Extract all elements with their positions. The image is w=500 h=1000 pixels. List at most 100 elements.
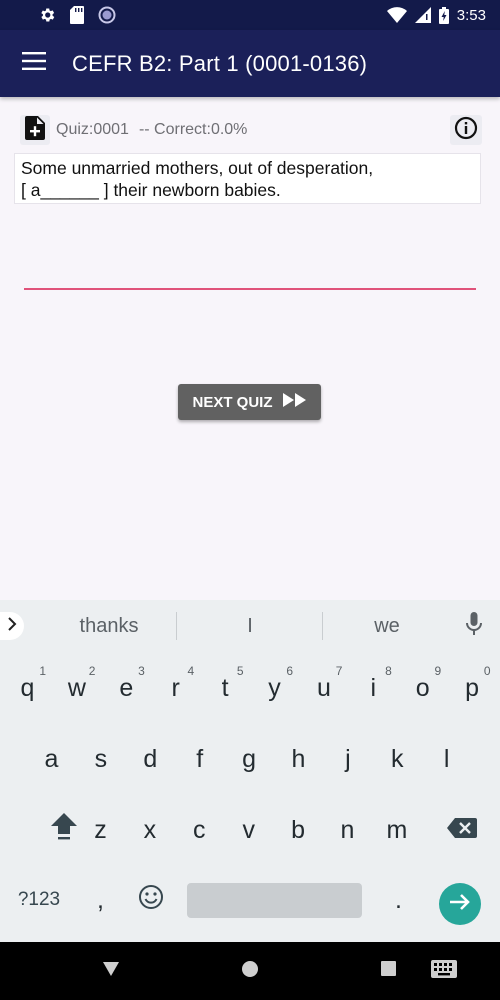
key-p[interactable]: p0 — [448, 658, 497, 718]
question-text: Some unmarried mothers, out of desperati… — [14, 153, 481, 204]
recents-square-icon — [380, 961, 396, 981]
space-key[interactable] — [187, 883, 362, 918]
fast-forward-icon — [282, 393, 307, 411]
key-l[interactable]: l — [422, 729, 471, 789]
emoji-key[interactable] — [126, 870, 175, 930]
suggestion-strip: thanks I we — [0, 600, 500, 652]
clock: 3:53 — [456, 6, 486, 24]
question-line-1: Some unmarried mothers, out of desperati… — [21, 158, 374, 178]
key-label: t — [221, 673, 229, 702]
key-label: k — [391, 744, 404, 773]
sync-circle-icon — [98, 6, 116, 24]
key-s[interactable]: s — [76, 729, 125, 789]
key-label: s — [94, 744, 108, 773]
question-line-2: [ a______ ] their newborn babies. — [21, 180, 281, 200]
key-d[interactable]: d — [126, 729, 175, 789]
key-k[interactable]: k — [373, 729, 422, 789]
key-number-hint: 3 — [138, 664, 145, 678]
comma-key[interactable]: , — [76, 870, 125, 930]
key-a[interactable]: a — [27, 729, 76, 789]
suggestion-i[interactable]: I — [178, 600, 322, 652]
key-number-hint: 7 — [335, 664, 343, 678]
key-number-hint: 0 — [483, 664, 491, 678]
key-t[interactable]: t5 — [201, 658, 250, 718]
quiz-number: Quiz:0001 — [56, 121, 129, 138]
next-quiz-button[interactable]: NEXT QUIZ — [178, 384, 321, 420]
key-j[interactable]: j — [323, 729, 372, 789]
key-c[interactable]: c — [175, 800, 224, 860]
quiz-status: Quiz:0001 -- Correct:0.0% — [56, 121, 247, 139]
key-e[interactable]: e3 — [102, 658, 151, 718]
key-h[interactable]: h — [274, 729, 323, 789]
symbols-key[interactable]: ?123 — [14, 870, 64, 930]
key-u[interactable]: u7 — [299, 658, 348, 718]
key-label: w — [67, 673, 86, 702]
suggestion-divider — [322, 612, 323, 640]
next-quiz-label: NEXT QUIZ — [192, 393, 273, 411]
key-number-hint: 5 — [236, 664, 244, 678]
key-n[interactable]: n — [323, 800, 372, 860]
sd-card-icon — [70, 6, 84, 24]
key-label: a — [44, 744, 59, 773]
key-b[interactable]: b — [274, 800, 323, 860]
keyboard-switch-icon — [431, 959, 457, 983]
key-label: c — [193, 815, 206, 844]
key-y[interactable]: y6 — [250, 658, 299, 718]
info-button[interactable] — [450, 115, 482, 145]
key-label: e — [119, 673, 134, 702]
key-label: m — [386, 815, 408, 844]
key-o[interactable]: o9 — [398, 658, 447, 718]
hamburger-menu-icon — [22, 52, 46, 75]
microphone-icon — [466, 611, 482, 641]
key-label: v — [242, 815, 255, 844]
back-button[interactable] — [86, 942, 136, 1000]
key-z[interactable]: z — [76, 800, 125, 860]
key-v[interactable]: v — [224, 800, 273, 860]
key-g[interactable]: g — [225, 729, 274, 789]
navigation-bar — [0, 942, 500, 1000]
key-number-hint: 9 — [434, 664, 442, 678]
recents-button[interactable] — [363, 942, 413, 1000]
menu-button[interactable] — [0, 30, 68, 97]
key-w[interactable]: w2 — [52, 658, 101, 718]
page-title: CEFR B2: Part 1 (0001-0136) — [72, 50, 368, 76]
signal-icon — [414, 7, 431, 23]
battery-icon — [438, 6, 449, 24]
key-x[interactable]: x — [125, 800, 174, 860]
enter-key[interactable] — [439, 883, 481, 925]
key-label: d — [143, 744, 158, 773]
add-document-button[interactable] — [20, 115, 50, 145]
settings-icon — [38, 6, 56, 24]
backspace-icon — [447, 816, 477, 845]
key-label: n — [340, 815, 355, 844]
microphone-button[interactable] — [462, 611, 486, 641]
info-icon — [454, 116, 478, 145]
period-key[interactable]: . — [374, 870, 423, 930]
key-r[interactable]: r4 — [151, 658, 200, 718]
key-label: y — [268, 673, 281, 702]
suggestion-we[interactable]: we — [324, 600, 450, 652]
suggestion-thanks[interactable]: thanks — [40, 600, 178, 652]
suggestion-divider — [176, 612, 177, 640]
expand-suggestions-button[interactable] — [0, 612, 24, 640]
key-number-hint: 2 — [88, 664, 96, 678]
key-label: q — [20, 673, 35, 702]
app-bar: CEFR B2: Part 1 (0001-0136) — [0, 30, 500, 97]
key-i[interactable]: i8 — [349, 658, 398, 718]
key-label: z — [94, 815, 107, 844]
backspace-key[interactable] — [435, 800, 489, 860]
answer-input[interactable] — [24, 258, 476, 290]
keyboard-switch-button[interactable] — [419, 942, 469, 1000]
shift-icon — [50, 812, 77, 848]
key-m[interactable]: m — [372, 800, 421, 860]
note-add-icon — [25, 115, 45, 145]
key-label: j — [345, 744, 351, 773]
status-bar: 3:53 — [0, 0, 500, 30]
quiz-header: Quiz:0001 -- Correct:0.0% — [20, 115, 482, 145]
key-q[interactable]: q1 — [3, 658, 52, 718]
key-number-hint: 4 — [187, 664, 195, 678]
key-number-hint: 1 — [39, 664, 46, 678]
key-label: g — [242, 744, 257, 773]
key-f[interactable]: f — [175, 729, 224, 789]
home-button[interactable] — [225, 942, 275, 1000]
